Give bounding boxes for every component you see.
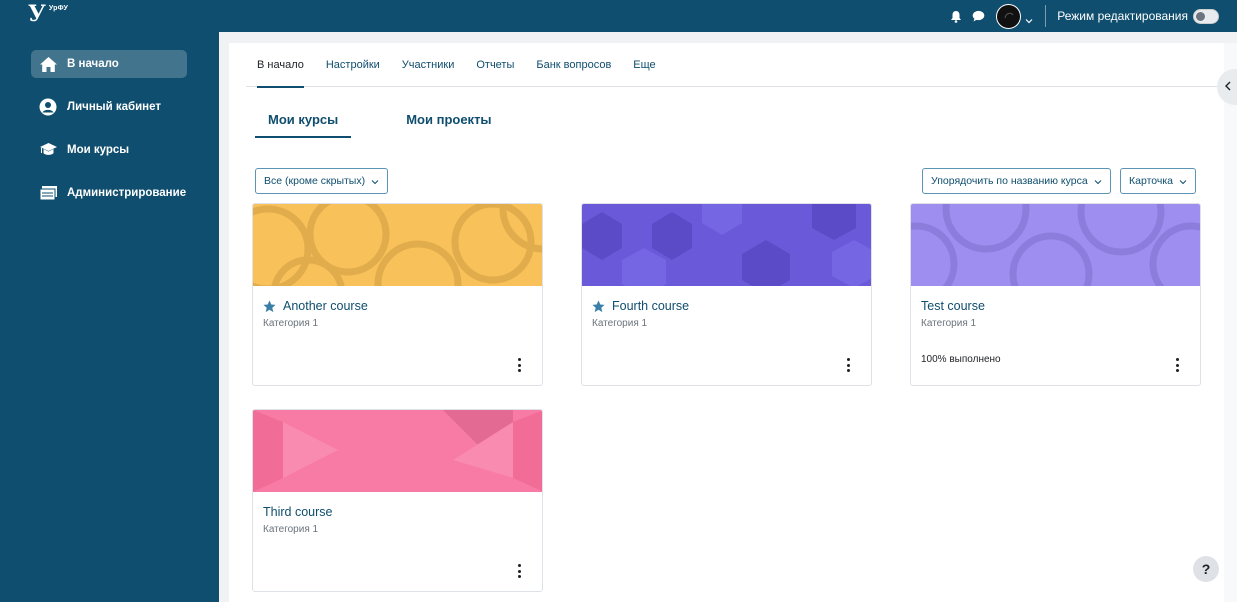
user-icon	[38, 97, 58, 117]
sidebar-item-label: Мои курсы	[67, 144, 130, 156]
star-icon	[592, 300, 605, 313]
course-category: Категория 1	[921, 318, 977, 329]
course-category: Категория 1	[592, 318, 648, 329]
tab-more[interactable]: Еще	[622, 43, 666, 87]
course-title[interactable]: Test course	[921, 299, 985, 313]
sort-value: Упорядочить по названию курса	[931, 175, 1088, 187]
view-value: Карточка	[1129, 175, 1173, 187]
home-icon	[38, 54, 58, 74]
help-button[interactable]: ?	[1193, 556, 1219, 582]
sidebar: В начало Личный кабинет Мои курсы Админи…	[0, 32, 219, 602]
sidebar-item-label: Личный кабинет	[67, 101, 161, 113]
sidebar-item-label: В начало	[67, 58, 119, 70]
course-card[interactable]: Third course Категория 1	[252, 409, 543, 592]
edit-mode-label: Режим редактирования	[1057, 9, 1188, 23]
course-image[interactable]	[582, 204, 871, 286]
course-category: Категория 1	[263, 318, 319, 329]
divider	[1045, 5, 1047, 27]
tab-home[interactable]: В начало	[246, 43, 315, 88]
course-title[interactable]: Fourth course	[612, 299, 689, 313]
course-image[interactable]	[911, 204, 1200, 286]
chevron-down-icon	[1094, 177, 1102, 185]
edit-mode-toggle[interactable]	[1193, 8, 1219, 24]
course-category: Категория 1	[263, 524, 319, 535]
grouping-value: Все (кроме скрытых)	[264, 175, 366, 187]
chat-icon[interactable]	[970, 8, 986, 24]
course-progress: 100% выполнено	[921, 354, 1001, 365]
bell-icon[interactable]	[948, 8, 964, 24]
urfu-logo[interactable]: У УрФУ	[28, 3, 68, 25]
course-title-row: Third course	[263, 505, 332, 519]
user-actions: Режим редактирования	[942, 0, 1219, 32]
chevron-down-icon[interactable]	[1025, 12, 1033, 24]
main-content: В начало Настройки Участники Отчеты Банк…	[229, 43, 1224, 602]
secondary-navigation: В начало Настройки Участники Отчеты Банк…	[246, 43, 1224, 88]
grouping-dropdown[interactable]: Все (кроме скрытых)	[255, 168, 389, 194]
tab-reports[interactable]: Отчеты	[465, 43, 525, 87]
sidebar-item-profile[interactable]: Личный кабинет	[31, 93, 187, 121]
course-title-row: Test course	[921, 299, 985, 313]
top-navbar: У УрФУ Режим редактирования	[0, 0, 1237, 32]
tab-my-courses[interactable]: Мои курсы	[255, 107, 352, 138]
sidebar-item-label: Администрирование	[67, 187, 187, 199]
course-title[interactable]: Another course	[283, 299, 368, 313]
course-title[interactable]: Third course	[263, 505, 332, 519]
chevron-down-icon	[371, 177, 379, 185]
more-actions-icon[interactable]	[1174, 358, 1180, 372]
course-image[interactable]	[253, 204, 542, 286]
course-title-row: Another course	[263, 299, 368, 313]
chevron-left-icon	[1224, 78, 1232, 96]
tab-question-bank[interactable]: Банк вопросов	[525, 43, 622, 87]
course-card[interactable]: Test course Категория 1 100% выполнено	[910, 203, 1201, 386]
course-card[interactable]: Another course Категория 1	[252, 203, 543, 386]
more-actions-icon[interactable]	[845, 358, 851, 372]
admin-icon	[38, 183, 58, 203]
sidebar-item-my-courses[interactable]: Мои курсы	[31, 136, 187, 164]
logo-mark: У	[28, 1, 46, 27]
course-title-row: Fourth course	[592, 299, 689, 313]
sidebar-item-home[interactable]: В начало	[31, 50, 187, 78]
star-icon	[263, 300, 276, 313]
course-image[interactable]	[253, 410, 542, 492]
sort-dropdown[interactable]: Упорядочить по названию курса	[922, 168, 1111, 194]
chevron-down-icon	[1179, 177, 1187, 185]
tab-settings[interactable]: Настройки	[315, 43, 391, 87]
sidebar-item-administration[interactable]: Администрирование	[31, 179, 187, 207]
scrollbar[interactable]	[1224, 43, 1237, 602]
graduation-cap-icon	[38, 140, 58, 160]
logo-text: УрФУ	[48, 5, 69, 12]
avatar[interactable]	[996, 3, 1022, 29]
view-dropdown[interactable]: Карточка	[1120, 168, 1196, 194]
tab-my-projects[interactable]: Мои проекты	[393, 107, 504, 138]
tab-participants[interactable]: Участники	[391, 43, 466, 87]
course-card[interactable]: Fourth course Категория 1	[581, 203, 872, 386]
more-actions-icon[interactable]	[516, 358, 522, 372]
course-subtabs: Мои курсы Мои проекты	[255, 107, 547, 139]
more-actions-icon[interactable]	[516, 564, 522, 578]
